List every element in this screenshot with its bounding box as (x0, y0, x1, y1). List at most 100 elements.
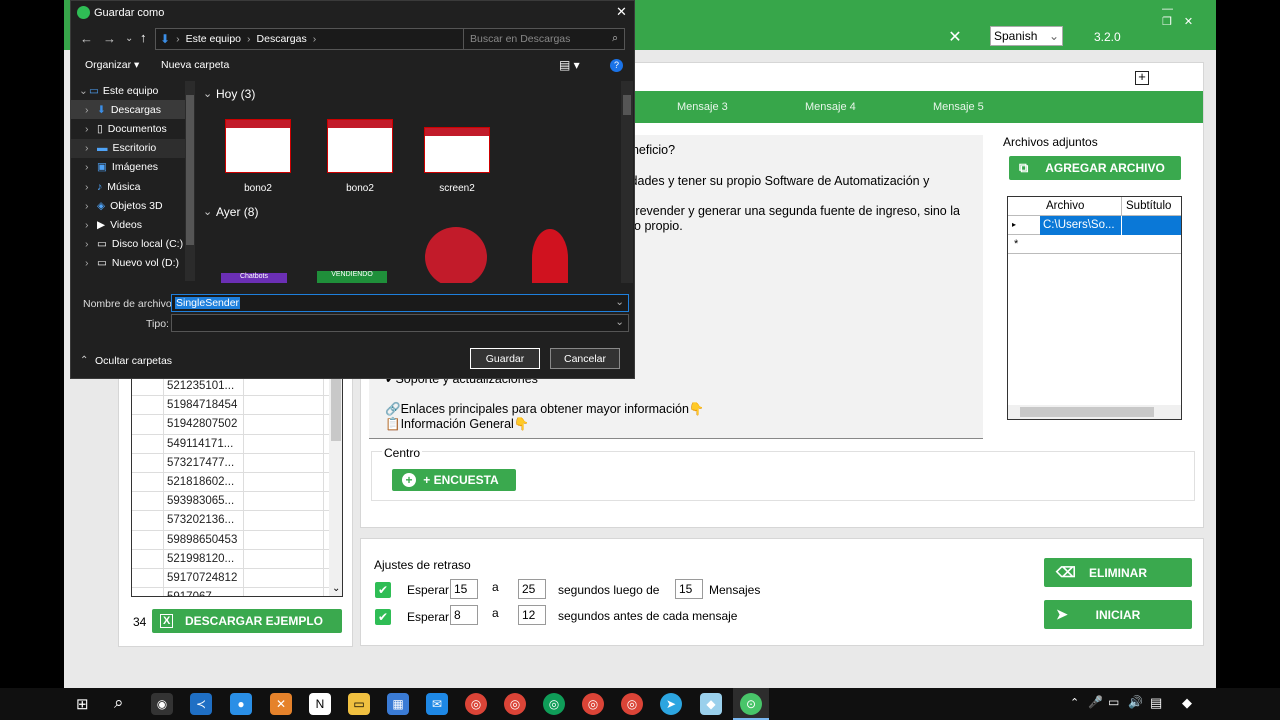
phone-cell[interactable]: 59170724812 (164, 568, 244, 588)
back-icon[interactable]: ← (80, 31, 93, 46)
row-header-cell[interactable] (132, 588, 164, 596)
row-header-cell[interactable] (132, 492, 164, 511)
file-view[interactable]: ⌄ Hoy (3) bono2 bono2 screen2 ⌄ Ayer (8)… (199, 81, 619, 283)
add-file-button[interactable]: ⧉ AGREGAR ARCHIVO (1009, 156, 1181, 180)
scrollbar-thumb[interactable] (1020, 407, 1154, 417)
delay-row1-checkbox[interactable]: ✔ (375, 582, 391, 598)
tree-item-descargas[interactable]: › ⬇ Descargas (71, 100, 195, 120)
search-icon[interactable]: ⌕ (114, 693, 124, 713)
notion-icon[interactable]: N (309, 693, 331, 715)
add-tab-icon[interactable]: + (1135, 70, 1149, 85)
name-cell[interactable] (244, 377, 324, 396)
folder-tree[interactable]: ⌄ ▭ Este equipo › ⬇ Descargas › ▯ Documentos ›… (71, 81, 195, 281)
file-thumbnail[interactable]: Chatbots (221, 273, 287, 283)
table-row[interactable]: 593983065... (132, 492, 342, 512)
search-input[interactable]: Buscar en Descargas ⌕ (463, 28, 625, 50)
chrome-icon[interactable]: ◎ (543, 693, 565, 715)
forward-icon[interactable]: → (103, 31, 116, 46)
up-icon[interactable]: ↑ (140, 30, 147, 45)
language-select[interactable]: Spanish ⌄ (990, 26, 1063, 46)
row2-from-input[interactable]: 8 (450, 605, 478, 625)
file-thumbnail[interactable] (532, 229, 568, 283)
tree-item-objetos-3d[interactable]: › ◈ Objetos 3D (71, 196, 195, 215)
phone-cell[interactable]: 5917067... (164, 588, 244, 596)
xampp-icon[interactable]: ✕ (270, 693, 292, 715)
table-row[interactable]: 573202136... (132, 511, 342, 531)
close-icon[interactable]: ✕ (616, 4, 627, 20)
row1-to-input[interactable]: 25 (518, 579, 546, 599)
widgets-icon[interactable]: ◆ (1182, 695, 1192, 711)
screen-recorder-icon[interactable]: ◉ (151, 693, 173, 715)
save-button[interactable]: Guardar (470, 348, 540, 369)
breadcrumb-descargas[interactable]: Descargas (257, 33, 307, 45)
group-yesterday[interactable]: Ayer (8) (216, 205, 258, 219)
table-row[interactable]: 549114171... (132, 434, 342, 454)
volume-icon[interactable]: 🔊 (1128, 695, 1143, 709)
row-header-cell[interactable] (132, 472, 164, 492)
subtitle-cell[interactable] (1121, 216, 1181, 235)
phone-cell[interactable]: 59898650453 (164, 530, 244, 549)
tab-mensaje-4[interactable]: Mensaje 4 (805, 101, 856, 113)
row-header-cell[interactable] (132, 396, 164, 415)
minimize-icon[interactable]: — (1162, 3, 1185, 15)
group-today[interactable]: Hoy (3) (216, 87, 255, 101)
tree-item-imagenes[interactable]: › ▣ Imágenes (71, 158, 195, 177)
window-controls[interactable]: —❐✕ (1162, 3, 1216, 28)
tree-item-documentos[interactable]: › ▯ Documentos (71, 119, 195, 138)
windows-start-icon[interactable]: ⊞ (76, 695, 89, 713)
row-header-cell[interactable] (132, 434, 164, 453)
row2-to-input[interactable]: 12 (518, 605, 546, 625)
file-thumbnail[interactable]: VENDIENDO (317, 271, 387, 283)
vscode-icon[interactable]: ≺ (190, 693, 212, 715)
delay-row2-checkbox[interactable]: ✔ (375, 609, 391, 625)
name-cell[interactable] (244, 415, 324, 434)
tree-item-musica[interactable]: › ♪ Música (71, 177, 195, 196)
survey-button[interactable]: + + ENCUESTA (392, 469, 516, 491)
help-icon[interactable]: ? (610, 59, 623, 72)
name-cell[interactable] (244, 530, 324, 549)
tab-mensaje-3[interactable]: Mensaje 3 (677, 101, 728, 113)
table-row[interactable]: 51942807502 (132, 415, 342, 435)
chevron-up-icon[interactable]: ⌃ (1070, 696, 1079, 709)
row-header-cell[interactable] (132, 415, 164, 434)
name-cell[interactable] (244, 568, 324, 588)
name-cell[interactable] (244, 588, 324, 596)
table-row[interactable]: 573217477... (132, 453, 342, 473)
tree-item-videos[interactable]: › ▶ Videos (71, 215, 195, 234)
attachments-table[interactable]: Archivo Subtítulo ▸ C:\Users\So... * (1007, 196, 1182, 420)
table-row[interactable]: 51984718454 (132, 396, 342, 416)
delete-button[interactable]: ⌫ ELIMINAR (1044, 558, 1192, 587)
tools-icon[interactable]: ✕ (942, 24, 968, 50)
breadcrumb-este-equipo[interactable]: Este equipo (186, 33, 241, 45)
network-icon[interactable]: ▭ (1108, 695, 1119, 709)
scroll-down-icon[interactable]: ⌄ (332, 583, 340, 594)
phone-cell[interactable]: 521818602... (164, 472, 244, 492)
chrome-icon[interactable]: ◎ (465, 693, 487, 715)
recent-dropdown-icon[interactable]: ⌄ (125, 33, 133, 44)
row-header-cell[interactable] (132, 530, 164, 549)
row-header-cell[interactable] (132, 511, 164, 530)
chevron-up-icon[interactable]: ⌃ (80, 355, 88, 366)
mail-icon[interactable]: ✉ (426, 693, 448, 715)
tree-item-este-equipo[interactable]: ⌄ ▭ Este equipo (71, 81, 195, 100)
phone-cell[interactable]: 521235101... (164, 377, 244, 396)
file-thumbnail[interactable] (425, 227, 487, 283)
new-folder-button[interactable]: Nueva carpeta (161, 59, 229, 71)
name-cell[interactable] (244, 492, 324, 511)
table-row[interactable]: 59898650453 (132, 530, 342, 550)
row-header-cell[interactable] (132, 377, 164, 396)
name-cell[interactable] (244, 396, 324, 415)
chrome-icon[interactable]: ◎ (582, 693, 604, 715)
phones-table[interactable]: 521235101... 51984718454 51942807502 549114… (131, 377, 343, 597)
microphone-icon[interactable]: 🎤 (1088, 695, 1103, 709)
download-example-button[interactable]: X DESCARGAR EJEMPLO (152, 609, 342, 633)
hide-folders-button[interactable]: Ocultar carpetas (95, 355, 172, 367)
chrome-icon[interactable]: ◎ (504, 693, 526, 715)
phone-cell[interactable]: 549114171... (164, 434, 244, 453)
file-item[interactable]: bono2 (225, 119, 291, 194)
tree-item-escritorio[interactable]: › ▬ Escritorio (71, 138, 195, 158)
view-options-icon[interactable]: ▤ ▾ (559, 58, 580, 72)
tree-item-disco-local[interactable]: › ▭ Disco local (C:) (71, 235, 195, 254)
maximize-icon[interactable]: ❐ (1162, 16, 1184, 28)
name-cell[interactable] (244, 434, 324, 453)
